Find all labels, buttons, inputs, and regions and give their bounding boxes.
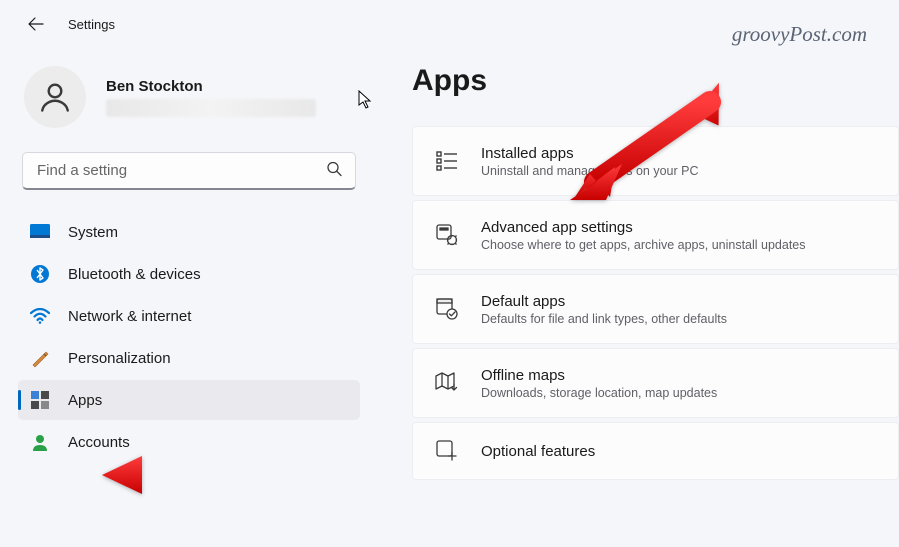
- person-icon: [37, 79, 73, 115]
- sidebar-item-accounts[interactable]: Accounts: [18, 422, 360, 462]
- card-default-apps[interactable]: Default apps Defaults for file and link …: [412, 274, 899, 344]
- nav-list: System Bluetooth & devices Network & int…: [18, 212, 360, 462]
- sidebar-item-apps[interactable]: Apps: [18, 380, 360, 420]
- map-download-icon: [435, 371, 459, 395]
- arrow-left-icon: [28, 16, 44, 32]
- list-icon: [435, 149, 459, 173]
- sidebar-item-label: Personalization: [68, 350, 171, 367]
- app-check-icon: [435, 297, 459, 321]
- card-title: Offline maps: [481, 367, 717, 384]
- card-offline-maps[interactable]: Offline maps Downloads, storage location…: [412, 348, 899, 418]
- main-content: Apps Installed apps Uninstall and manage…: [378, 48, 899, 547]
- account-icon: [30, 432, 50, 452]
- profile-email-redacted: [106, 99, 316, 117]
- paintbrush-icon: [30, 348, 50, 368]
- settings-cards: Installed apps Uninstall and manage apps…: [412, 126, 899, 480]
- card-subtitle: Downloads, storage location, map updates: [481, 386, 717, 400]
- app-gear-icon: [435, 223, 459, 247]
- card-title: Optional features: [481, 443, 595, 460]
- sidebar-item-label: Network & internet: [68, 308, 191, 325]
- sidebar-item-system[interactable]: System: [18, 212, 360, 252]
- card-optional-features[interactable]: Optional features: [412, 422, 899, 480]
- monitor-icon: [30, 222, 50, 242]
- back-button[interactable]: [22, 10, 50, 38]
- profile-name: Ben Stockton: [106, 78, 316, 95]
- card-title: Advanced app settings: [481, 219, 806, 236]
- wifi-icon: [30, 306, 50, 326]
- search-input[interactable]: [22, 152, 356, 190]
- search-wrap: [22, 152, 356, 190]
- card-title: Default apps: [481, 293, 727, 310]
- bluetooth-icon: [30, 264, 50, 284]
- sidebar-item-network[interactable]: Network & internet: [18, 296, 360, 336]
- sidebar: Ben Stockton System Bluetooth & devic: [0, 48, 378, 547]
- card-advanced-app-settings[interactable]: Advanced app settings Choose where to ge…: [412, 200, 899, 270]
- sidebar-item-label: Accounts: [68, 434, 130, 451]
- card-subtitle: Choose where to get apps, archive apps, …: [481, 238, 806, 252]
- avatar: [24, 66, 86, 128]
- sidebar-item-bluetooth[interactable]: Bluetooth & devices: [18, 254, 360, 294]
- profile-block[interactable]: Ben Stockton: [18, 58, 360, 146]
- sidebar-item-personalization[interactable]: Personalization: [18, 338, 360, 378]
- card-title: Installed apps: [481, 145, 699, 162]
- watermark: groovyPost.com: [732, 22, 867, 47]
- sidebar-item-label: Bluetooth & devices: [68, 266, 201, 283]
- card-subtitle: Uninstall and manage apps on your PC: [481, 164, 699, 178]
- window-title: Settings: [68, 17, 115, 32]
- page-title: Apps: [412, 64, 899, 98]
- card-installed-apps[interactable]: Installed apps Uninstall and manage apps…: [412, 126, 899, 196]
- plus-app-icon: [435, 439, 459, 463]
- apps-icon: [30, 390, 50, 410]
- sidebar-item-label: System: [68, 224, 118, 241]
- card-subtitle: Defaults for file and link types, other …: [481, 312, 727, 326]
- sidebar-item-label: Apps: [68, 392, 102, 409]
